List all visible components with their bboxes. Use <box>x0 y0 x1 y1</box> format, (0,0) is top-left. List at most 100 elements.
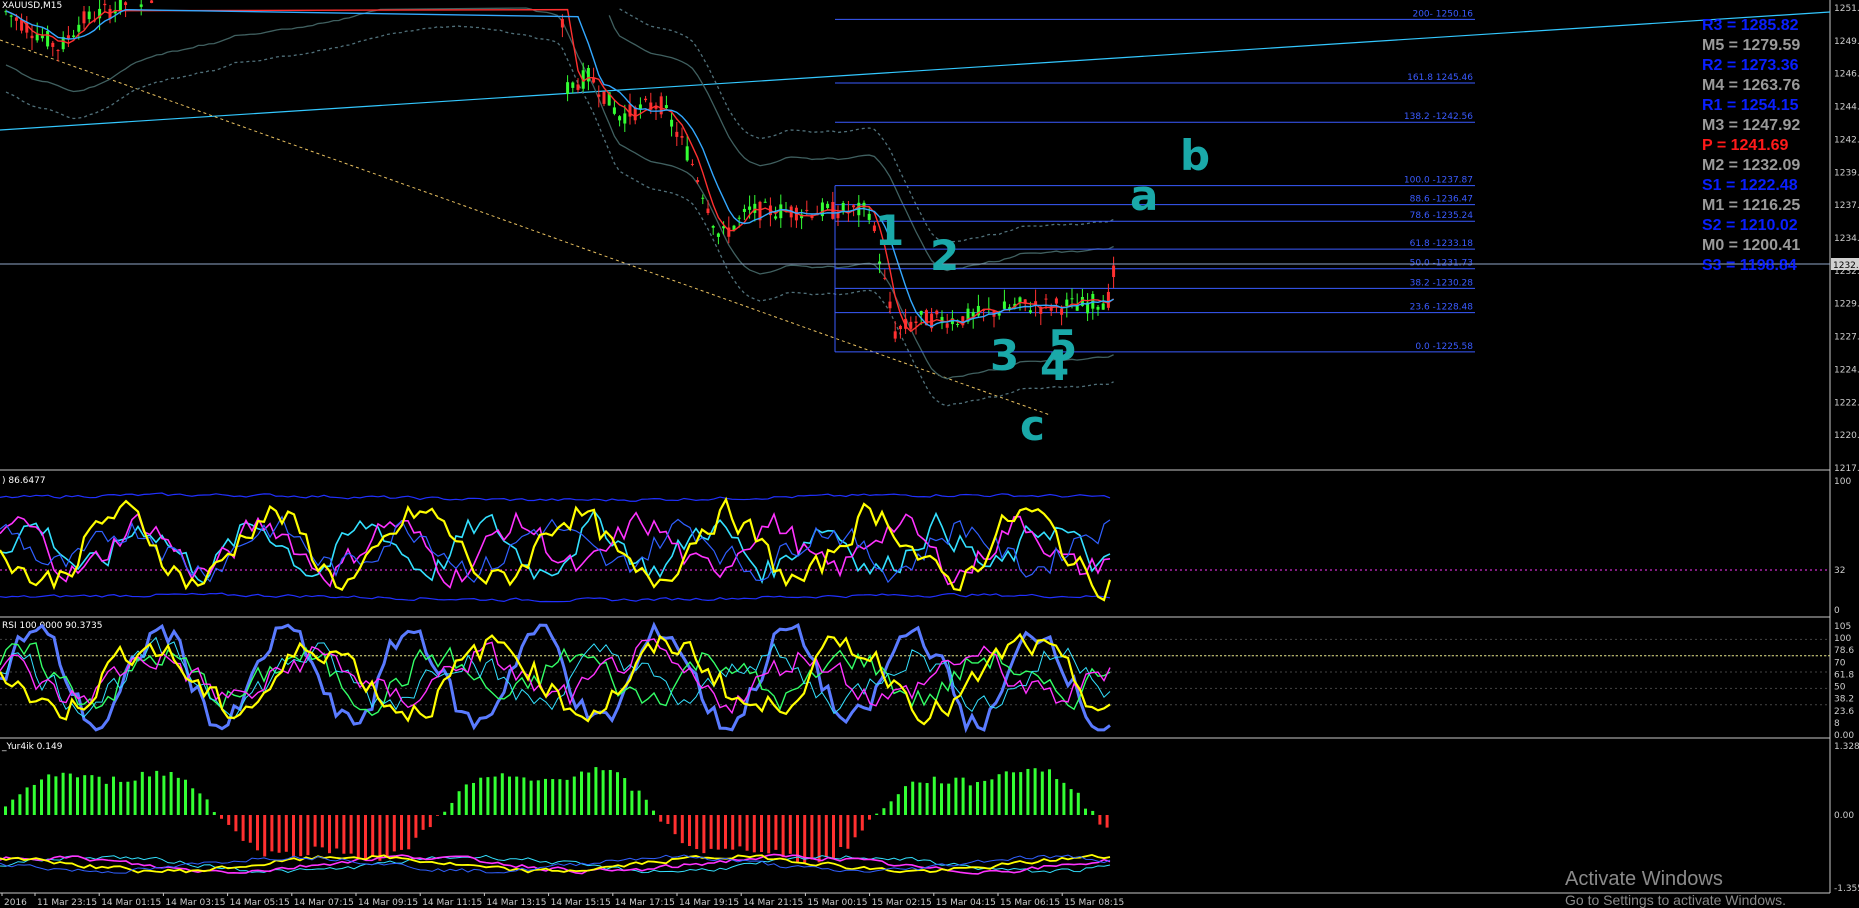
fib-label: 23.6 -1228.48 <box>1410 303 1474 313</box>
candle-body <box>576 84 580 90</box>
histogram-bar <box>608 769 612 815</box>
candle-body <box>888 301 892 309</box>
candle-body <box>893 331 897 339</box>
pivot-level: M3 = 1247.92 <box>1702 117 1800 134</box>
rsi-axis: 105 100 78.6 70 61.8 50 38.2 23.6 8 0.00 <box>1834 622 1854 741</box>
fib-label: 78.6 -1235.24 <box>1410 211 1474 221</box>
stoch-band-upper <box>0 492 1111 502</box>
histogram-bar <box>421 815 425 830</box>
histogram-lines <box>0 853 1111 875</box>
rsi-tick: 61.8 <box>1834 670 1854 680</box>
candle-body <box>103 3 107 6</box>
rsi-tick: 38.2 <box>1834 695 1854 705</box>
histogram-bar <box>673 815 677 835</box>
histogram-bar <box>328 815 331 854</box>
histogram-bar <box>529 780 533 815</box>
histogram-bar <box>464 784 468 815</box>
rsi-panel[interactable]: RSI 100.0000 90.3735 105 100 78.6 70 61.8 50 3… <box>0 621 1854 741</box>
histogram-bar <box>18 794 22 815</box>
histogram-bar <box>364 815 367 861</box>
histogram-bar <box>97 776 101 815</box>
candle-body <box>571 82 575 88</box>
time-tick-label: 15 Mar 02:15 <box>872 898 932 908</box>
histogram-bar <box>716 815 720 850</box>
histogram-bar <box>299 815 303 857</box>
histogram-bar <box>428 815 432 828</box>
histogram-bar <box>241 815 245 841</box>
histogram-bar <box>1069 789 1073 815</box>
elliott-wave-labels: 123 45abc <box>875 131 1210 450</box>
histogram-bar <box>623 778 627 815</box>
histogram-bar <box>227 815 231 825</box>
histogram-bar <box>824 815 828 858</box>
histogram-bar <box>479 777 483 815</box>
histogram-bar <box>1026 768 1030 815</box>
trading-chart[interactable]: 200- 1250.16 161.8 1245.46 138.2 -1242.56 1… <box>0 0 1859 908</box>
wave-label: a <box>1130 171 1158 220</box>
histogram-bar <box>11 799 15 815</box>
stochastic-panel[interactable]: ) 86.6477 100 32 0 <box>0 476 1851 616</box>
rsi-lines <box>0 621 1830 734</box>
candle-body <box>748 206 752 210</box>
wave-label: c <box>1020 401 1045 450</box>
fib-label: 161.8 1245.46 <box>1407 73 1473 83</box>
candle-body <box>956 323 960 325</box>
price-panel[interactable]: 200- 1250.16 161.8 1245.46 138.2 -1242.56 1… <box>0 0 1859 474</box>
wave-label: b <box>1180 131 1210 180</box>
pivot-levels-list: R3 = 1285.82 M5 = 1279.59 R2 = 1273.36 M4 =… <box>1702 17 1800 274</box>
histogram-bar <box>176 777 180 815</box>
candle-body <box>935 310 939 315</box>
price-axis: 1251. 1249. 1246. 1244. 1242. 1239. 1237. 1234.… <box>1831 4 1859 474</box>
candle-body <box>716 233 720 237</box>
candle-body <box>945 323 949 328</box>
histogram-bar <box>140 771 144 815</box>
histogram-tick: 0.00 <box>1834 811 1854 821</box>
histogram-bar <box>860 815 864 831</box>
histogram-bar <box>292 815 295 858</box>
activate-windows-subtitle: Go to Settings to activate Windows. <box>1565 892 1786 908</box>
histogram-bar <box>940 783 943 815</box>
envelope-line <box>619 8 1114 245</box>
histogram-bar <box>76 777 79 815</box>
histogram-bar <box>709 815 713 849</box>
histogram-bar <box>40 779 43 815</box>
histogram-bar <box>515 776 519 815</box>
fib-label: 38.2 -1230.28 <box>1410 278 1474 288</box>
histogram-bar <box>263 815 267 857</box>
candle-body <box>1096 306 1100 310</box>
histogram-bar <box>680 815 684 844</box>
time-tick-label: 11 Mar 23:15 <box>37 898 97 908</box>
candle-body <box>1044 298 1048 300</box>
histogram-bar <box>284 815 288 852</box>
time-tick-label: 14 Mar 05:15 <box>230 898 290 908</box>
histogram-bar <box>932 776 936 815</box>
rising-trendline[interactable] <box>0 11 1831 131</box>
rsi-tick: 8 <box>1834 719 1840 729</box>
histogram-bar <box>896 794 900 815</box>
histogram-bar <box>961 777 965 815</box>
candle-body <box>586 68 590 82</box>
time-tick-label: 14 Mar 17:15 <box>615 898 675 908</box>
price-tick: 1217. <box>1834 464 1859 474</box>
histogram-bar <box>320 815 324 848</box>
histogram-bar <box>594 767 598 815</box>
histogram-line <box>0 853 1111 874</box>
histogram-bar <box>112 776 115 815</box>
wave-label: 5 <box>1048 321 1077 370</box>
histogram-bar <box>270 815 274 852</box>
histogram-bar <box>4 806 7 815</box>
candle-body <box>701 197 705 199</box>
histogram-tick: 1.328 <box>1834 742 1859 752</box>
price-tick: 1222. <box>1834 398 1859 408</box>
candle-body <box>14 17 18 21</box>
histogram-bar <box>162 775 166 815</box>
candle-body <box>1065 299 1069 307</box>
histogram-axis: 1.328 0.00 -1.355 <box>1834 742 1859 894</box>
candle-body <box>711 226 715 228</box>
histogram-bar <box>997 774 1001 815</box>
histogram-bar <box>565 779 569 815</box>
histogram-bar <box>1062 782 1066 815</box>
wave-label: 3 <box>990 331 1019 380</box>
candle-body <box>139 4 143 7</box>
histogram-bar <box>630 790 634 815</box>
